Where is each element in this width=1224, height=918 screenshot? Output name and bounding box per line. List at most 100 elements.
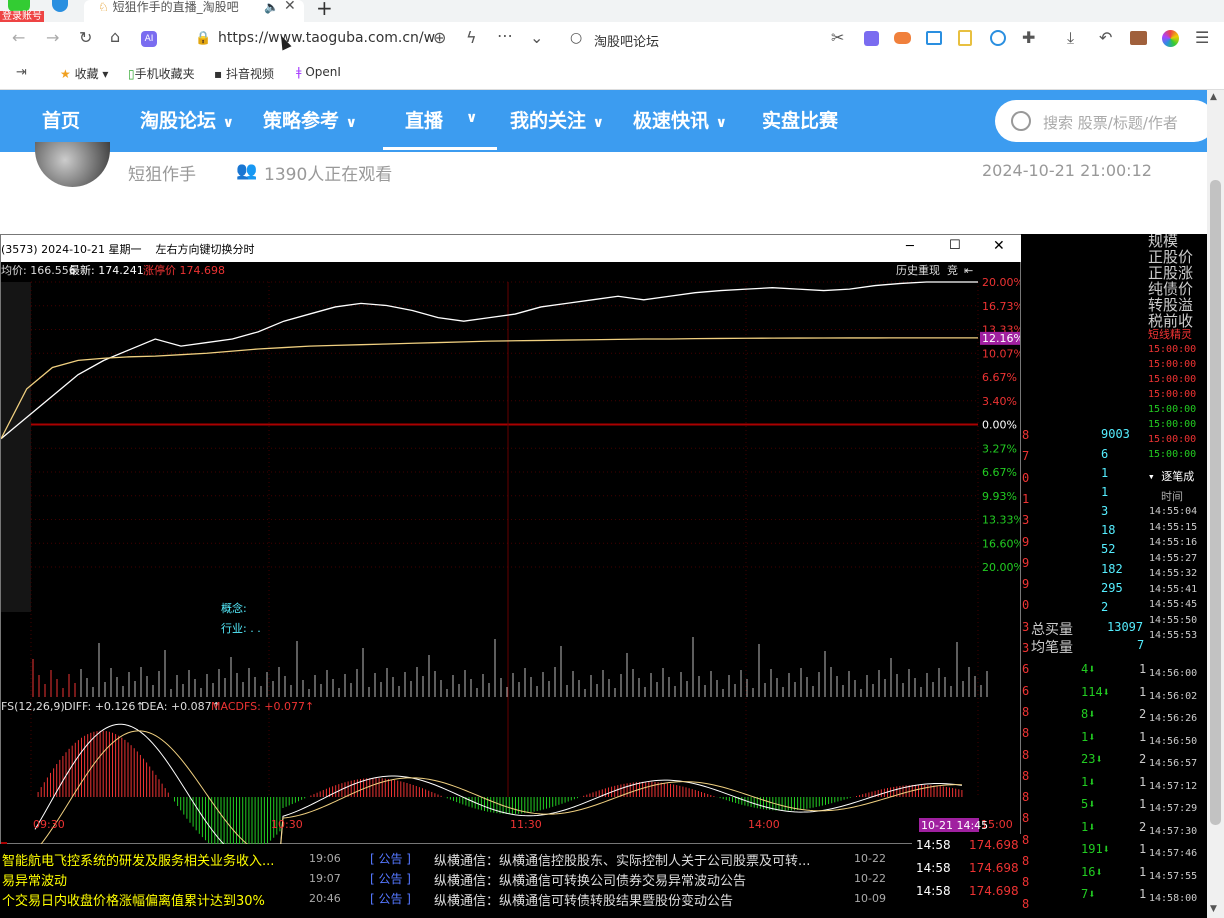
- news-time[interactable]: 19:06: [309, 852, 341, 865]
- last-price-label: 最新: 174.241: [69, 263, 144, 277]
- game-icon[interactable]: [894, 32, 911, 44]
- briefcase-icon: ▪: [214, 67, 223, 81]
- auction-label: 竞: [947, 263, 958, 277]
- users-icon: 👥: [236, 161, 258, 181]
- news-time[interactable]: 20:46: [309, 892, 341, 905]
- speaker-icon[interactable]: 🔈: [264, 0, 279, 14]
- viewer-count: 1390人正在观看: [264, 165, 393, 185]
- tick-volume: 114⬇: [1081, 684, 1110, 699]
- tab-live[interactable]: ♘ 短狙作手的直播_淘股吧 🔈 ✕: [84, 0, 304, 22]
- short-line-time: 15:00:00: [1148, 404, 1197, 415]
- telegram-icon[interactable]: [52, 0, 68, 12]
- announcement-tag[interactable]: [ 公告 ]: [370, 870, 411, 887]
- download-icon[interactable]: ⤓: [1067, 30, 1074, 46]
- tick-time: 14:58: [916, 884, 951, 898]
- concept-label: 概念:: [221, 601, 247, 615]
- ai-icon[interactable]: AI: [141, 31, 157, 47]
- edge-digit: 8: [1022, 726, 1030, 741]
- scissors-icon[interactable]: ✂: [831, 30, 844, 46]
- chevron-down-icon: ∨: [592, 115, 605, 131]
- announcement-date[interactable]: 10-22: [854, 872, 886, 885]
- y-tick-label: 16.73%: [982, 300, 1020, 313]
- queue-number: 295: [1101, 581, 1123, 595]
- author-name[interactable]: 短狙作手: [128, 160, 196, 185]
- tick-time: 14:56:50: [1149, 735, 1198, 747]
- announcement-item[interactable]: 纵横通信：纵横通信可转换公司债券交易异常波动公告: [434, 870, 746, 889]
- wallet-icon[interactable]: [1130, 31, 1147, 45]
- nav-live[interactable]: 直播: [383, 106, 498, 150]
- nav-strategy[interactable]: 策略参考 ∨: [263, 106, 357, 133]
- url-field[interactable]: https://www.taoguba.com.cn/w: [218, 30, 435, 46]
- announcement-item[interactable]: 纵横通信：纵横通信控股股东、实际控制人关于公司股票及可转...: [434, 850, 810, 869]
- scroll-up-icon[interactable]: ▲: [1210, 92, 1217, 102]
- forward-icon[interactable]: →: [46, 30, 59, 46]
- scrollbar-thumb[interactable]: [1210, 180, 1221, 825]
- diff-label: DIFF: +0.126↑: [64, 700, 145, 713]
- screenshot-icon[interactable]: [926, 31, 942, 45]
- announcement-tag[interactable]: [ 公告 ]: [370, 850, 411, 867]
- announcement-date[interactable]: 10-22: [854, 852, 886, 865]
- news-item[interactable]: 易异常波动: [2, 870, 67, 889]
- scroll-down-icon[interactable]: ▼: [1210, 904, 1217, 914]
- browser-badge-icon[interactable]: [990, 30, 1006, 46]
- home-icon[interactable]: ⌂: [110, 29, 120, 45]
- bookmark-openi[interactable]: ǂ OpenI: [296, 65, 341, 79]
- current-price-label: 12.16%: [982, 332, 1020, 345]
- news-item[interactable]: 个交易日内收盘价格涨幅偏离值累计达到30%: [2, 890, 265, 909]
- tab-close-icon[interactable]: ✕: [284, 0, 296, 13]
- short-line-time: 15:00:00: [1148, 344, 1197, 355]
- search-input[interactable]: 搜索 股票/标题/作者: [1043, 112, 1178, 133]
- trade-time: 14:55:45: [1149, 599, 1198, 610]
- nav-forum[interactable]: 淘股论坛 ∨: [140, 106, 234, 133]
- close-button[interactable]: ✕: [993, 238, 1005, 254]
- more-icon[interactable]: ⋯: [497, 28, 513, 44]
- zoom-icon[interactable]: ⊕: [433, 30, 446, 46]
- tick-list: 14:58 174.698 14:58 174.698 14:58 174.698: [912, 834, 1021, 918]
- bookmark-mobile[interactable]: ▯手机收藏夹: [128, 65, 195, 82]
- tick-volume: 1⬇: [1081, 729, 1096, 744]
- avg-lot-value: 7: [1137, 638, 1145, 652]
- sidebar-toggle-icon[interactable]: ⇥: [16, 65, 27, 81]
- intraday-chart[interactable]: 均价: 166.556最新: 174.241 涨停价 174.698 历史重现竞 ⇤ 2…: [1, 262, 1020, 844]
- nav-home[interactable]: 首页: [42, 106, 80, 133]
- tick-count: 1: [1139, 774, 1147, 789]
- profile-icon[interactable]: [1162, 30, 1179, 47]
- news-item[interactable]: 智能航电飞控系统的研发及服务相关业务收入...: [2, 850, 274, 869]
- tick-time: 14:56:26: [1149, 713, 1198, 724]
- queue-number: 1: [1101, 485, 1109, 499]
- maximize-button[interactable]: ☐: [949, 238, 961, 253]
- nav-flash-news[interactable]: 极速快讯 ∨: [633, 106, 727, 133]
- bookmark-douyin[interactable]: ▪ 抖音视频: [214, 65, 274, 82]
- nav-following[interactable]: 我的关注 ∨: [510, 106, 604, 133]
- avatar[interactable]: [35, 142, 110, 187]
- tick-time: 14:56:00: [1149, 668, 1198, 679]
- menu-icon[interactable]: ☰: [1195, 30, 1209, 46]
- short-line-time: 15:00:00: [1148, 389, 1197, 400]
- announcement-date[interactable]: 10-09: [854, 892, 886, 905]
- reload-icon[interactable]: ↻: [79, 30, 92, 46]
- undo-icon[interactable]: ↶: [1099, 30, 1112, 46]
- extensions-icon[interactable]: ✚: [1022, 30, 1035, 46]
- edge-digit: 8: [1022, 790, 1030, 805]
- tick-header: ▾ 逐笔成: [1148, 470, 1195, 483]
- search-engine-field[interactable]: 淘股吧论坛: [594, 31, 659, 50]
- nav-contest[interactable]: 实盘比赛: [762, 106, 838, 133]
- announcement-item[interactable]: 纵横通信：纵横通信可转债转股结果暨股份变动公告: [434, 890, 733, 909]
- tick-time: 14:57:46: [1149, 848, 1198, 859]
- site-search[interactable]: 搜索 股票/标题/作者: [995, 100, 1215, 142]
- translate-icon[interactable]: [864, 31, 879, 46]
- queue-number: 182: [1101, 562, 1123, 576]
- new-tab-button[interactable]: +: [316, 0, 333, 20]
- chevron-down-icon[interactable]: ∨: [466, 110, 477, 126]
- back-icon[interactable]: ←: [12, 30, 25, 46]
- clipboard-icon[interactable]: [958, 30, 972, 46]
- announcement-tag[interactable]: [ 公告 ]: [370, 890, 411, 907]
- minimize-button[interactable]: ─: [906, 239, 914, 254]
- news-time[interactable]: 19:07: [309, 872, 341, 885]
- tab-title: 短狙作手的直播_淘股吧: [112, 0, 239, 14]
- edge-digit: 1: [1022, 491, 1030, 506]
- flash-icon[interactable]: ϟ: [466, 30, 477, 46]
- bookmark-favorites[interactable]: ★ 收藏 ▾: [60, 65, 108, 82]
- tick-time: 14:56:02: [1149, 690, 1198, 702]
- chevron-down-icon[interactable]: ⌄: [530, 30, 543, 46]
